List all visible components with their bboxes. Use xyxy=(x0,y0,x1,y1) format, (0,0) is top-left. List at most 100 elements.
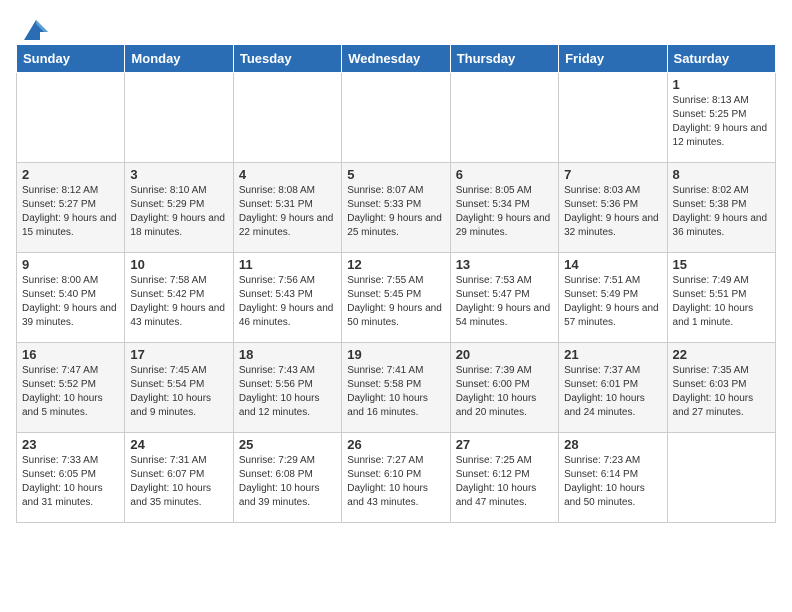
day-number: 13 xyxy=(456,257,553,272)
day-info: Sunrise: 7:49 AM Sunset: 5:51 PM Dayligh… xyxy=(673,274,770,330)
day-info: Sunrise: 8:08 AM Sunset: 5:31 PM Dayligh… xyxy=(239,184,336,240)
day-number: 2 xyxy=(22,167,119,182)
calendar-cell xyxy=(17,73,125,163)
calendar-cell: 22 Sunrise: 7:35 AM Sunset: 6:03 PM Dayli… xyxy=(667,343,775,433)
week-row-1: 1 Sunrise: 8:13 AM Sunset: 5:25 PM Daylig… xyxy=(17,73,776,163)
calendar-cell: 16 Sunrise: 7:47 AM Sunset: 5:52 PM Dayli… xyxy=(17,343,125,433)
calendar-cell: 3Sunrise: 8:10 AM Sunset: 5:29 PM Daylig… xyxy=(125,163,233,253)
header-row: SundayMondayTuesdayWednesdayThursdayFrid… xyxy=(17,45,776,73)
day-info: Sunrise: 8:00 AM Sunset: 5:40 PM Dayligh… xyxy=(22,274,119,330)
day-header-friday: Friday xyxy=(559,45,667,73)
day-header-thursday: Thursday xyxy=(450,45,558,73)
day-number: 1 xyxy=(673,77,770,92)
calendar-cell xyxy=(450,73,558,163)
day-info: Sunrise: 7:55 AM Sunset: 5:45 PM Dayligh… xyxy=(347,274,444,330)
day-number: 28 xyxy=(564,437,661,452)
week-row-5: 23 Sunrise: 7:33 AM Sunset: 6:05 PM Dayli… xyxy=(17,433,776,523)
day-number: 15 xyxy=(673,257,770,272)
day-header-sunday: Sunday xyxy=(17,45,125,73)
day-info: Sunrise: 7:41 AM Sunset: 5:58 PM Dayligh… xyxy=(347,364,444,420)
day-info: Sunrise: 8:05 AM Sunset: 5:34 PM Dayligh… xyxy=(456,184,553,240)
day-number: 3 xyxy=(130,167,227,182)
day-info: Sunrise: 7:45 AM Sunset: 5:54 PM Dayligh… xyxy=(130,364,227,420)
calendar-cell: 17 Sunrise: 7:45 AM Sunset: 5:54 PM Dayli… xyxy=(125,343,233,433)
calendar-cell: 14 Sunrise: 7:51 AM Sunset: 5:49 PM Dayli… xyxy=(559,253,667,343)
day-info: Sunrise: 7:47 AM Sunset: 5:52 PM Dayligh… xyxy=(22,364,119,420)
logo xyxy=(16,16,52,36)
day-number: 19 xyxy=(347,347,444,362)
day-number: 27 xyxy=(456,437,553,452)
calendar-cell: 4Sunrise: 8:08 AM Sunset: 5:31 PM Daylig… xyxy=(233,163,341,253)
calendar-cell: 12 Sunrise: 7:55 AM Sunset: 5:45 PM Dayli… xyxy=(342,253,450,343)
day-number: 20 xyxy=(456,347,553,362)
day-info: Sunrise: 7:29 AM Sunset: 6:08 PM Dayligh… xyxy=(239,454,336,510)
day-number: 8 xyxy=(673,167,770,182)
day-info: Sunrise: 7:23 AM Sunset: 6:14 PM Dayligh… xyxy=(564,454,661,510)
calendar-cell: 21 Sunrise: 7:37 AM Sunset: 6:01 PM Dayli… xyxy=(559,343,667,433)
day-info: Sunrise: 7:58 AM Sunset: 5:42 PM Dayligh… xyxy=(130,274,227,330)
day-info: Sunrise: 7:35 AM Sunset: 6:03 PM Dayligh… xyxy=(673,364,770,420)
calendar-cell: 7 Sunrise: 8:03 AM Sunset: 5:36 PM Daylig… xyxy=(559,163,667,253)
day-number: 10 xyxy=(130,257,227,272)
calendar-cell: 2 Sunrise: 8:12 AM Sunset: 5:27 PM Daylig… xyxy=(17,163,125,253)
calendar-cell: 5 Sunrise: 8:07 AM Sunset: 5:33 PM Daylig… xyxy=(342,163,450,253)
calendar-cell: 10 Sunrise: 7:58 AM Sunset: 5:42 PM Dayli… xyxy=(125,253,233,343)
calendar-cell: 27 Sunrise: 7:25 AM Sunset: 6:12 PM Dayli… xyxy=(450,433,558,523)
day-info: Sunrise: 8:03 AM Sunset: 5:36 PM Dayligh… xyxy=(564,184,661,240)
day-number: 9 xyxy=(22,257,119,272)
week-row-4: 16 Sunrise: 7:47 AM Sunset: 5:52 PM Dayli… xyxy=(17,343,776,433)
day-number: 11 xyxy=(239,257,336,272)
calendar-cell: 24 Sunrise: 7:31 AM Sunset: 6:07 PM Dayli… xyxy=(125,433,233,523)
calendar-cell xyxy=(233,73,341,163)
calendar-cell: 8 Sunrise: 8:02 AM Sunset: 5:38 PM Daylig… xyxy=(667,163,775,253)
day-number: 21 xyxy=(564,347,661,362)
calendar-cell: 20 Sunrise: 7:39 AM Sunset: 6:00 PM Dayli… xyxy=(450,343,558,433)
calendar-table: SundayMondayTuesdayWednesdayThursdayFrid… xyxy=(16,44,776,523)
week-row-3: 9 Sunrise: 8:00 AM Sunset: 5:40 PM Daylig… xyxy=(17,253,776,343)
calendar-cell: 11 Sunrise: 7:56 AM Sunset: 5:43 PM Dayli… xyxy=(233,253,341,343)
day-header-monday: Monday xyxy=(125,45,233,73)
calendar-cell xyxy=(667,433,775,523)
day-header-wednesday: Wednesday xyxy=(342,45,450,73)
calendar-cell: 28 Sunrise: 7:23 AM Sunset: 6:14 PM Dayli… xyxy=(559,433,667,523)
day-number: 18 xyxy=(239,347,336,362)
day-number: 17 xyxy=(130,347,227,362)
day-info: Sunrise: 8:12 AM Sunset: 5:27 PM Dayligh… xyxy=(22,184,119,240)
calendar-cell: 18Sunrise: 7:43 AM Sunset: 5:56 PM Dayli… xyxy=(233,343,341,433)
calendar-cell: 6Sunrise: 8:05 AM Sunset: 5:34 PM Daylig… xyxy=(450,163,558,253)
calendar-cell: 1 Sunrise: 8:13 AM Sunset: 5:25 PM Daylig… xyxy=(667,73,775,163)
day-info: Sunrise: 8:13 AM Sunset: 5:25 PM Dayligh… xyxy=(673,94,770,150)
calendar-cell: 26 Sunrise: 7:27 AM Sunset: 6:10 PM Dayli… xyxy=(342,433,450,523)
calendar-cell: 15 Sunrise: 7:49 AM Sunset: 5:51 PM Dayli… xyxy=(667,253,775,343)
day-info: Sunrise: 7:33 AM Sunset: 6:05 PM Dayligh… xyxy=(22,454,119,510)
calendar-cell xyxy=(342,73,450,163)
day-number: 16 xyxy=(22,347,119,362)
day-info: Sunrise: 7:39 AM Sunset: 6:00 PM Dayligh… xyxy=(456,364,553,420)
calendar-cell xyxy=(559,73,667,163)
day-number: 14 xyxy=(564,257,661,272)
day-number: 23 xyxy=(22,437,119,452)
day-number: 25 xyxy=(239,437,336,452)
week-row-2: 2 Sunrise: 8:12 AM Sunset: 5:27 PM Daylig… xyxy=(17,163,776,253)
day-number: 26 xyxy=(347,437,444,452)
day-number: 7 xyxy=(564,167,661,182)
day-number: 24 xyxy=(130,437,227,452)
calendar-cell: 13 Sunrise: 7:53 AM Sunset: 5:47 PM Dayli… xyxy=(450,253,558,343)
day-info: Sunrise: 7:31 AM Sunset: 6:07 PM Dayligh… xyxy=(130,454,227,510)
day-number: 12 xyxy=(347,257,444,272)
day-info: Sunrise: 8:02 AM Sunset: 5:38 PM Dayligh… xyxy=(673,184,770,240)
calendar-cell xyxy=(125,73,233,163)
day-info: Sunrise: 7:27 AM Sunset: 6:10 PM Dayligh… xyxy=(347,454,444,510)
day-header-tuesday: Tuesday xyxy=(233,45,341,73)
day-info: Sunrise: 7:53 AM Sunset: 5:47 PM Dayligh… xyxy=(456,274,553,330)
logo-icon xyxy=(20,16,52,44)
header xyxy=(16,16,776,36)
day-info: Sunrise: 8:07 AM Sunset: 5:33 PM Dayligh… xyxy=(347,184,444,240)
day-info: Sunrise: 7:51 AM Sunset: 5:49 PM Dayligh… xyxy=(564,274,661,330)
day-header-saturday: Saturday xyxy=(667,45,775,73)
day-info: Sunrise: 7:25 AM Sunset: 6:12 PM Dayligh… xyxy=(456,454,553,510)
day-number: 22 xyxy=(673,347,770,362)
day-info: Sunrise: 7:56 AM Sunset: 5:43 PM Dayligh… xyxy=(239,274,336,330)
day-info: Sunrise: 7:37 AM Sunset: 6:01 PM Dayligh… xyxy=(564,364,661,420)
day-number: 5 xyxy=(347,167,444,182)
